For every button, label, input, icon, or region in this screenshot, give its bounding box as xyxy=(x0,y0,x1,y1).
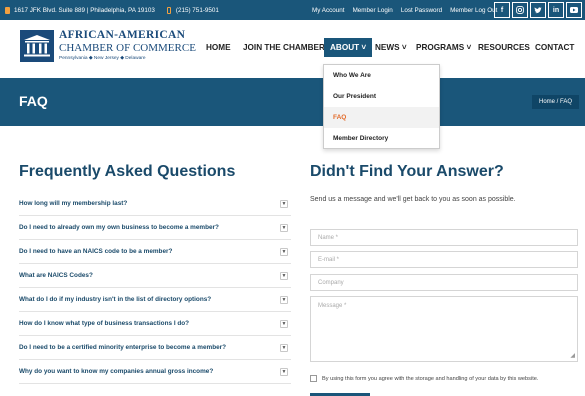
faq-question: How do I know what type of business tran… xyxy=(19,320,190,327)
chevron-down-icon: ˅ xyxy=(464,43,472,52)
chevron-down-icon: ▼ xyxy=(280,271,288,280)
chevron-down-icon: ▼ xyxy=(280,319,288,328)
nav-join-label: JOIN THE CHAMBER xyxy=(243,43,325,52)
page-banner: FAQ Home / FAQ xyxy=(0,78,585,126)
logo-line-1: AFRICAN-AMERICAN xyxy=(59,29,186,41)
nav-about-label: ABOUT xyxy=(330,43,360,52)
faq-question: Do I need to already own my own business… xyxy=(19,224,219,231)
resize-handle-icon[interactable]: ◢ xyxy=(570,352,575,359)
twitter-icon[interactable] xyxy=(530,2,546,18)
lost-password-link[interactable]: Lost Password xyxy=(401,7,442,14)
faq-item[interactable]: Do I need to be a certified minority ent… xyxy=(19,336,291,360)
faq-question: What do I do if my industry isn't in the… xyxy=(19,296,212,303)
nav-programs[interactable]: PROGRAMS ˅ xyxy=(416,43,471,52)
faq-question: Do I need to be a certified minority ent… xyxy=(19,344,227,351)
consent-checkbox[interactable] xyxy=(310,375,317,382)
faq-item[interactable]: What are NAICS Codes? ▼ xyxy=(19,264,291,288)
nav-home[interactable]: HOME xyxy=(206,43,231,52)
faq-accordion: How long will my membership last? ▼ Do I … xyxy=(19,192,291,384)
chevron-down-icon: ▼ xyxy=(280,247,288,256)
menu-item-member-directory[interactable]: Member Directory xyxy=(324,128,439,149)
message-field[interactable]: Message * ◢ xyxy=(310,296,578,362)
social-links: f in xyxy=(494,2,582,18)
nav-resources[interactable]: RESOURCES xyxy=(478,43,530,52)
nav-contact[interactable]: CONTACT xyxy=(535,43,574,52)
faq-question: What are NAICS Codes? xyxy=(19,272,93,279)
nav-news[interactable]: NEWS ˅ xyxy=(375,43,407,52)
chevron-down-icon: ▼ xyxy=(280,295,288,304)
company-placeholder: Company xyxy=(318,279,344,286)
faq-heading: Frequently Asked Questions xyxy=(19,163,236,180)
message-placeholder: Message * xyxy=(318,303,347,309)
faq-question: Why do you want to know my companies ann… xyxy=(19,368,214,375)
breadcrumb[interactable]: Home / FAQ xyxy=(531,95,579,109)
nav-news-label: NEWS xyxy=(375,43,400,52)
address-text: 1617 JFK Blvd. Suite 889 | Philadelphia,… xyxy=(14,6,155,14)
menu-item-who-we-are[interactable]: Who We Are xyxy=(324,65,439,86)
logo-tagline: Pennsylvania ◆ New Jersey ◆ Delaware xyxy=(59,56,146,61)
faq-item[interactable]: How do I know what type of business tran… xyxy=(19,312,291,336)
site-header: AFRICAN-AMERICAN CHAMBER OF COMMERCE Pen… xyxy=(0,20,585,78)
faq-item[interactable]: Do I need to already own my own business… xyxy=(19,216,291,240)
instagram-icon[interactable] xyxy=(512,2,528,18)
top-bar: 1617 JFK Blvd. Suite 889 | Philadelphia,… xyxy=(0,0,585,20)
company-field[interactable]: Company xyxy=(310,274,578,291)
linkedin-icon[interactable]: in xyxy=(548,2,564,18)
chevron-down-icon: ▼ xyxy=(280,343,288,352)
consent-row: By using this form you agree with the st… xyxy=(310,375,538,382)
name-field[interactable]: Name * xyxy=(310,229,578,246)
nav-about[interactable]: ABOUT ˅ xyxy=(324,38,373,57)
logo-line-2: CHAMBER OF COMMERCE xyxy=(59,42,196,54)
menu-item-faq[interactable]: FAQ xyxy=(324,107,439,128)
chevron-down-icon: ▼ xyxy=(280,223,288,232)
account-links: My Account Member Login Lost Password Me… xyxy=(312,0,497,20)
nav-join[interactable]: JOIN THE CHAMBER ˅ xyxy=(243,43,332,52)
chevron-down-icon: ˅ xyxy=(359,43,367,52)
email-field[interactable]: E-mail * xyxy=(310,251,578,268)
logo-icon[interactable] xyxy=(20,30,54,62)
consent-text: By using this form you agree with the st… xyxy=(322,375,539,382)
faq-item[interactable]: How long will my membership last? ▼ xyxy=(19,192,291,216)
faq-item[interactable]: What do I do if my industry isn't in the… xyxy=(19,288,291,312)
youtube-icon[interactable] xyxy=(566,2,582,18)
nav-programs-label: PROGRAMS xyxy=(416,43,465,52)
about-dropdown-menu: Who We Are Our President FAQ Member Dire… xyxy=(323,64,440,149)
faq-item[interactable]: Why do you want to know my companies ann… xyxy=(19,360,291,384)
facebook-icon[interactable]: f xyxy=(494,2,510,18)
email-placeholder: E-mail * xyxy=(318,256,340,263)
phone-text[interactable]: (215) 751-9501 xyxy=(176,7,219,14)
chevron-down-icon: ˅ xyxy=(399,43,407,52)
logo-wordmark[interactable]: AFRICAN-AMERICAN CHAMBER OF COMMERCE Pen… xyxy=(59,29,196,61)
page-title: FAQ xyxy=(19,93,48,109)
faq-question: How long will my membership last? xyxy=(19,200,128,207)
chevron-down-icon: ▼ xyxy=(280,367,288,376)
menu-item-our-president[interactable]: Our President xyxy=(324,86,439,107)
contact-subtitle: Send us a message and we'll get back to … xyxy=(310,196,516,203)
member-logout-link[interactable]: Member Log Out xyxy=(450,7,497,14)
name-placeholder: Name * xyxy=(318,234,339,241)
faq-item[interactable]: Do I need to have an NAICS code to be a … xyxy=(19,240,291,264)
member-login-link[interactable]: Member Login xyxy=(353,7,393,14)
phone-icon xyxy=(166,6,171,14)
faq-question: Do I need to have an NAICS code to be a … xyxy=(19,248,173,255)
my-account-link[interactable]: My Account xyxy=(312,7,345,14)
location-icon xyxy=(5,6,10,14)
chevron-down-icon: ▼ xyxy=(280,199,288,208)
contact-heading: Didn't Find Your Answer? xyxy=(310,163,504,180)
